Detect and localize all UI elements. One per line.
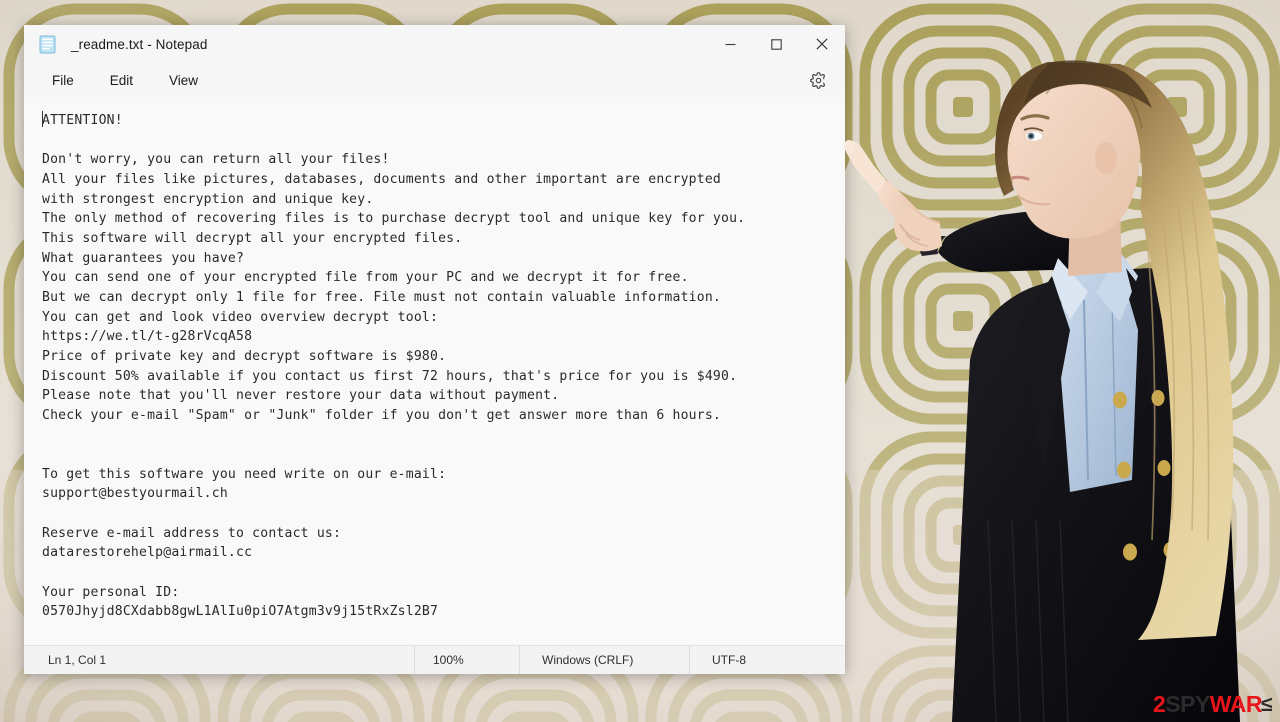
watermark-prefix: 2: [1152, 691, 1166, 717]
status-cursor-position: Ln 1, Col 1: [48, 653, 107, 667]
text-editor-area[interactable]: ATTENTION! Don't worry, you can return a…: [24, 97, 845, 645]
window-titlebar[interactable]: _readme.txt - Notepad: [24, 25, 845, 63]
status-encoding[interactable]: UTF-8: [689, 646, 762, 674]
window-controls: [707, 25, 845, 63]
maximize-button[interactable]: [753, 25, 799, 63]
text-caret: [42, 111, 43, 127]
status-zoom-level[interactable]: 100%: [414, 646, 519, 674]
status-line-ending[interactable]: Windows (CRLF): [519, 646, 689, 674]
menu-items: File Edit View: [24, 68, 216, 93]
status-bar: Ln 1, Col 1 100% Windows (CRLF) UTF-8: [24, 645, 845, 674]
titlebar-left: _readme.txt - Notepad: [24, 35, 707, 54]
close-button[interactable]: [799, 25, 845, 63]
site-watermark: 2 SPY WAR ≤: [1152, 691, 1273, 717]
menu-item-file[interactable]: File: [34, 68, 92, 93]
watermark-suffix: WAR: [1209, 691, 1263, 717]
menu-bar: File Edit View: [24, 63, 845, 97]
menu-item-view[interactable]: View: [151, 68, 216, 93]
notepad-window[interactable]: _readme.txt - Notepad File Edit View ATT…: [24, 25, 845, 674]
notepad-icon: [39, 35, 56, 54]
menu-item-edit[interactable]: Edit: [92, 68, 151, 93]
gear-icon[interactable]: [804, 66, 832, 94]
ransom-note-text[interactable]: ATTENTION! Don't worry, you can return a…: [42, 111, 845, 622]
window-title: _readme.txt - Notepad: [71, 36, 208, 52]
minimize-button[interactable]: [707, 25, 753, 63]
watermark-mid: SPY: [1165, 691, 1210, 717]
watermark-arrow-icon: ≤: [1260, 693, 1273, 716]
